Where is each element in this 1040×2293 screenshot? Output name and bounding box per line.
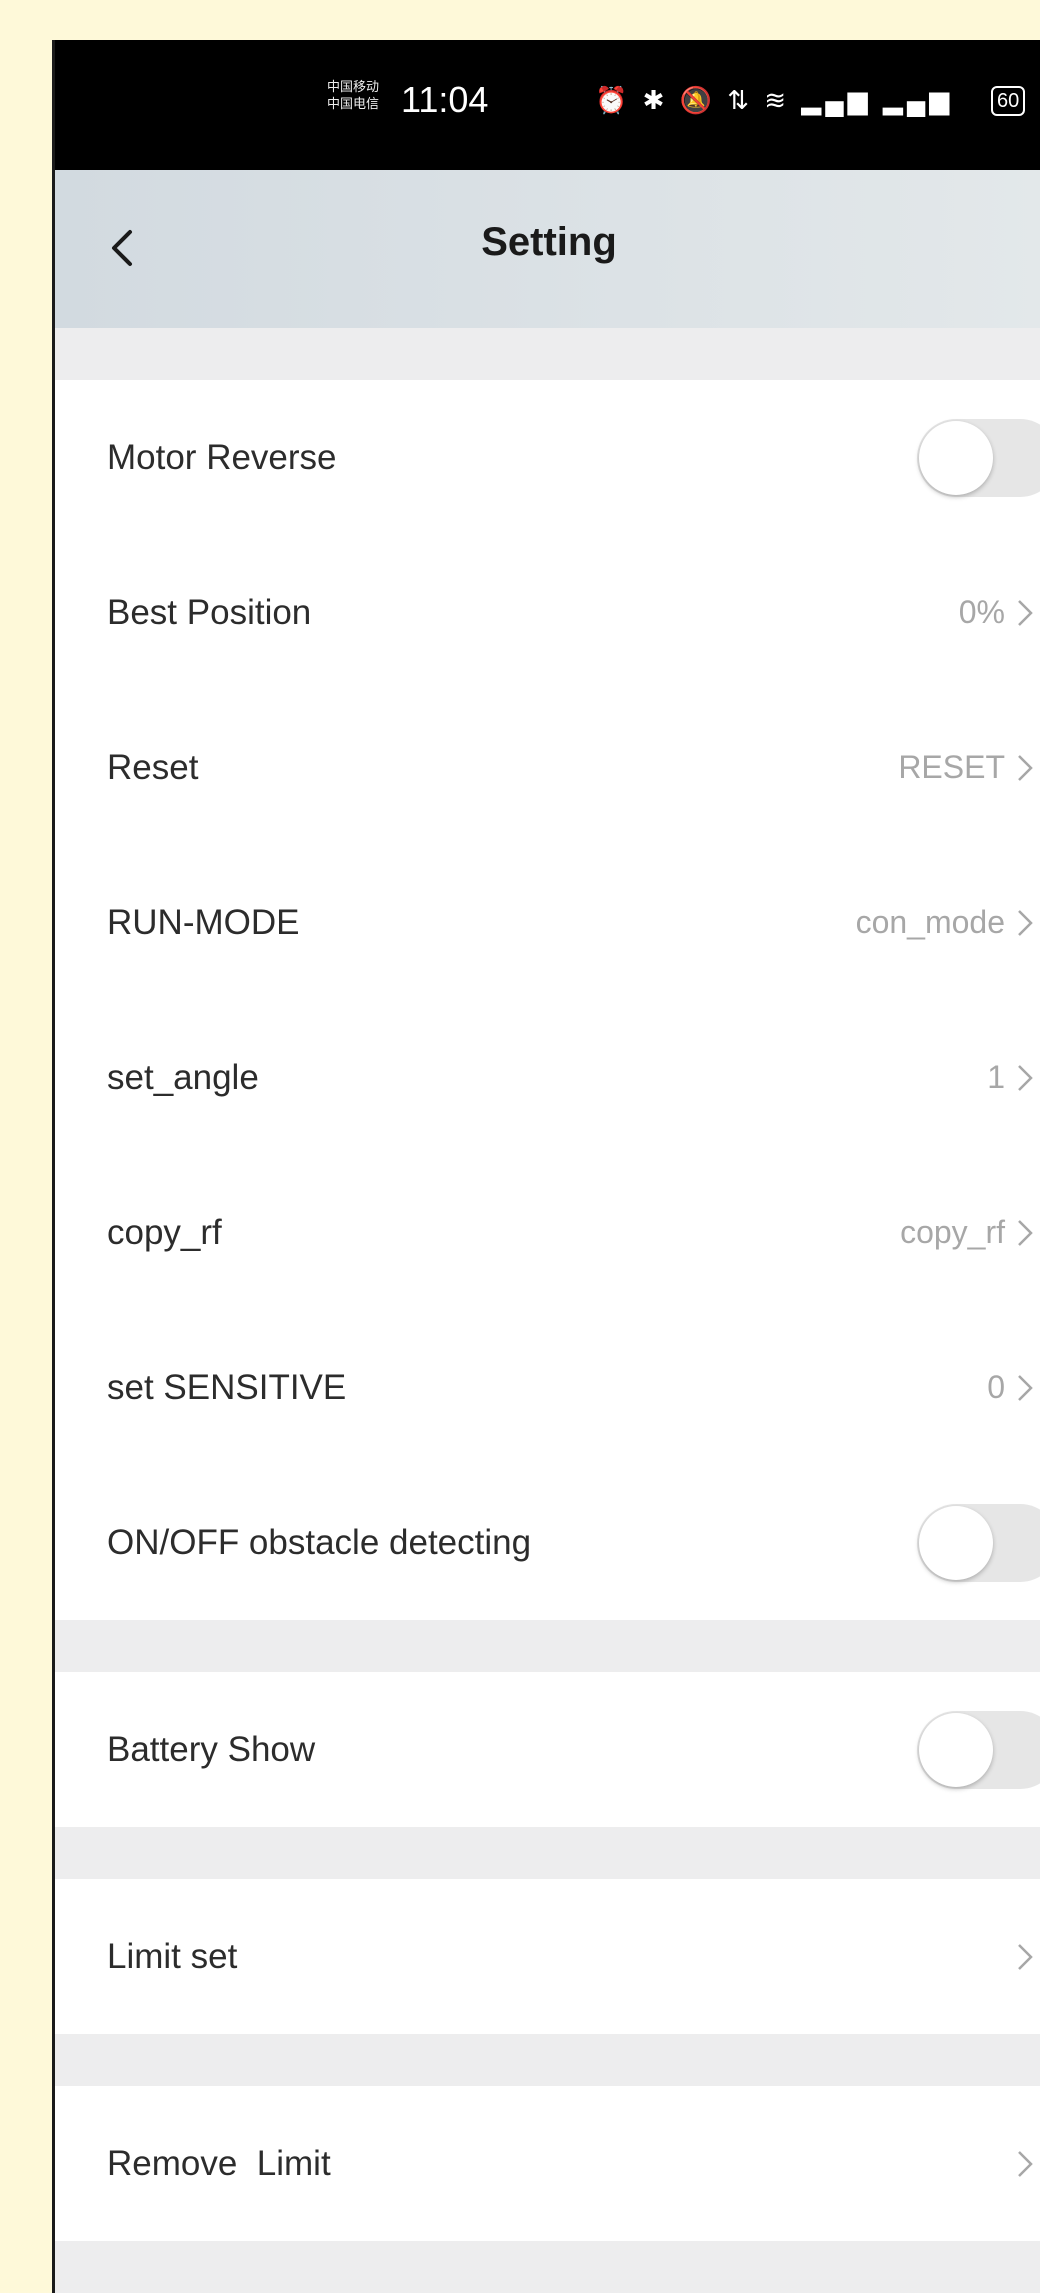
row-value: 1 <box>987 1059 1005 1095</box>
nav-bar: Setting <box>55 170 1040 328</box>
status-bar: 中国移动 中国电信 11:04 ⏰ ✱ 🔕 ⇅ ≋ ▂▄▆ ▂▄▆ 60 <box>55 40 1040 170</box>
settings-group-battery: Battery Show <box>55 1672 1040 1827</box>
row-value: 0% <box>958 594 1005 630</box>
chevron-right-icon <box>1018 1064 1033 1091</box>
chevron-right-icon <box>1018 1219 1033 1246</box>
page-title: Setting <box>481 220 617 264</box>
row-value-wrap: 0% <box>959 594 1039 631</box>
toggle-knob <box>919 1505 993 1580</box>
row-label: set_angle <box>107 1057 259 1097</box>
settings-group-limit: Limit set <box>55 1879 1040 2034</box>
row-best-position[interactable]: Best Position 0% <box>55 535 1040 690</box>
row-value-wrap: con_mode <box>856 904 1039 941</box>
settings-group-remove-limit: Remove Limit <box>55 2086 1040 2241</box>
row-label: Remove Limit <box>107 2143 331 2183</box>
chevron-right-icon <box>1018 599 1033 626</box>
row-value-wrap <box>1005 1940 1039 1974</box>
row-value-wrap: 1 <box>987 1059 1039 1096</box>
toggle-knob <box>919 1712 993 1787</box>
battery-show-toggle[interactable] <box>917 1710 1040 1789</box>
row-value: copy_rf <box>900 1214 1005 1250</box>
row-value-wrap: 0 <box>987 1369 1039 1406</box>
obstacle-detecting-toggle[interactable] <box>917 1503 1040 1582</box>
phone-screen: 中国移动 中国电信 11:04 ⏰ ✱ 🔕 ⇅ ≋ ▂▄▆ ▂▄▆ 60 Set… <box>52 40 1040 2293</box>
row-label: Motor Reverse <box>107 437 337 477</box>
carrier-names: 中国移动 中国电信 <box>327 78 379 112</box>
chevron-right-icon <box>1018 909 1033 936</box>
section-gap <box>55 2034 1040 2086</box>
toggle-knob <box>919 420 993 495</box>
row-label: Best Position <box>107 592 312 632</box>
row-value: 0 <box>987 1369 1005 1405</box>
row-label: Reset <box>107 747 199 787</box>
chevron-right-icon <box>1018 2150 1033 2177</box>
row-value-wrap: copy_rf <box>900 1214 1039 1251</box>
row-label: Limit set <box>107 1936 238 1976</box>
section-gap <box>55 2241 1040 2293</box>
row-label: Battery Show <box>107 1729 316 1769</box>
chevron-right-icon <box>1018 754 1033 781</box>
row-limit-set[interactable]: Limit set <box>55 1879 1040 2034</box>
row-label: ON/OFF obstacle detecting <box>107 1522 532 1562</box>
row-run-mode[interactable]: RUN-MODE con_mode <box>55 845 1040 1000</box>
row-set-sensitive[interactable]: set SENSITIVE 0 <box>55 1310 1040 1465</box>
row-label: set SENSITIVE <box>107 1367 347 1407</box>
row-label: RUN-MODE <box>107 902 300 942</box>
row-battery-show: Battery Show <box>55 1672 1040 1827</box>
row-value: con_mode <box>855 904 1005 940</box>
chevron-right-icon <box>1018 1943 1033 1970</box>
battery-icon: 60 <box>991 86 1026 116</box>
row-value-wrap: RESET <box>898 749 1039 786</box>
row-remove-limit[interactable]: Remove Limit <box>55 2086 1040 2241</box>
chevron-right-icon <box>1018 1374 1033 1401</box>
row-value: RESET <box>898 749 1005 785</box>
row-reset[interactable]: Reset RESET <box>55 690 1040 845</box>
row-copy-rf[interactable]: copy_rf copy_rf <box>55 1155 1040 1310</box>
section-gap <box>55 328 1040 380</box>
motor-reverse-toggle[interactable] <box>917 418 1040 497</box>
row-label: copy_rf <box>107 1212 222 1252</box>
status-icons: ⏰ ✱ 🔕 ⇅ ≋ ▂▄▆ ▂▄▆ <box>595 85 954 115</box>
row-motor-reverse: Motor Reverse <box>55 380 1040 535</box>
section-gap <box>55 1827 1040 1879</box>
settings-group-main: Motor Reverse Best Position 0% Reset RES… <box>55 380 1040 1620</box>
row-value-wrap <box>1005 2147 1039 2181</box>
carrier-2: 中国电信 <box>327 96 380 111</box>
row-set-angle[interactable]: set_angle 1 <box>55 1000 1040 1155</box>
carrier-1: 中国移动 <box>327 79 380 94</box>
row-obstacle-detecting: ON/OFF obstacle detecting <box>55 1465 1040 1620</box>
status-time: 11:04 <box>401 79 489 120</box>
section-gap <box>55 1620 1040 1672</box>
